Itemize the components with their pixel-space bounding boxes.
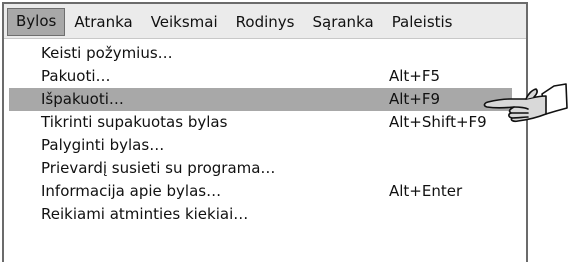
menu-atranka[interactable]: Atranka: [65, 9, 141, 35]
app-window: Bylos Atranka Veiksmai Rodinys Sąranka P…: [2, 2, 528, 262]
menu-item-shortcut: Alt+F9: [389, 90, 441, 108]
menu-item-label: Prievardį susieti su programa…: [41, 159, 276, 177]
menu-bar: Bylos Atranka Veiksmai Rodinys Sąranka P…: [4, 4, 526, 39]
menu-item-label: Palyginti bylas…: [41, 136, 165, 154]
menu-item-atminties-kiekiai[interactable]: Reikiami atminties kiekiai…: [9, 203, 512, 226]
menu-veiksmai[interactable]: Veiksmai: [142, 9, 227, 35]
menu-item-label: Tikrinti supakuotas bylas: [41, 113, 228, 131]
menu-item-shortcut: Alt+F5: [389, 67, 441, 85]
menu-paleistis[interactable]: Paleistis: [383, 9, 462, 35]
menu-bylos[interactable]: Bylos: [7, 8, 66, 36]
menu-item-informacija[interactable]: Informacija apie bylas… Alt+Enter: [9, 180, 512, 203]
menu-item-label: Keisti požymius…: [41, 44, 173, 62]
bylos-dropdown-menu: Keisti požymius… Pakuoti… Alt+F5 Išpakuo…: [4, 39, 526, 262]
menu-item-keisti-pozymius[interactable]: Keisti požymius…: [9, 42, 512, 65]
menu-item-label: Informacija apie bylas…: [41, 182, 222, 200]
menu-item-label: Reikiami atminties kiekiai…: [41, 205, 249, 223]
menu-item-ispakuoti[interactable]: Išpakuoti… Alt+F9: [9, 88, 512, 111]
menu-item-shortcut: Alt+Enter: [389, 182, 463, 200]
menu-item-shortcut: Alt+Shift+F9: [389, 113, 487, 131]
menu-saranka[interactable]: Sąranka: [303, 9, 382, 35]
menu-rodinys[interactable]: Rodinys: [227, 9, 304, 35]
menu-item-label: Išpakuoti…: [41, 90, 124, 108]
menu-item-label: Pakuoti…: [41, 67, 111, 85]
menu-item-tikrinti[interactable]: Tikrinti supakuotas bylas Alt+Shift+F9: [9, 111, 512, 134]
menu-item-prievardi[interactable]: Prievardį susieti su programa…: [9, 157, 512, 180]
menu-item-palyginti[interactable]: Palyginti bylas…: [9, 134, 512, 157]
menu-item-pakuoti[interactable]: Pakuoti… Alt+F5: [9, 65, 512, 88]
pointing-hand-icon: [483, 83, 568, 123]
